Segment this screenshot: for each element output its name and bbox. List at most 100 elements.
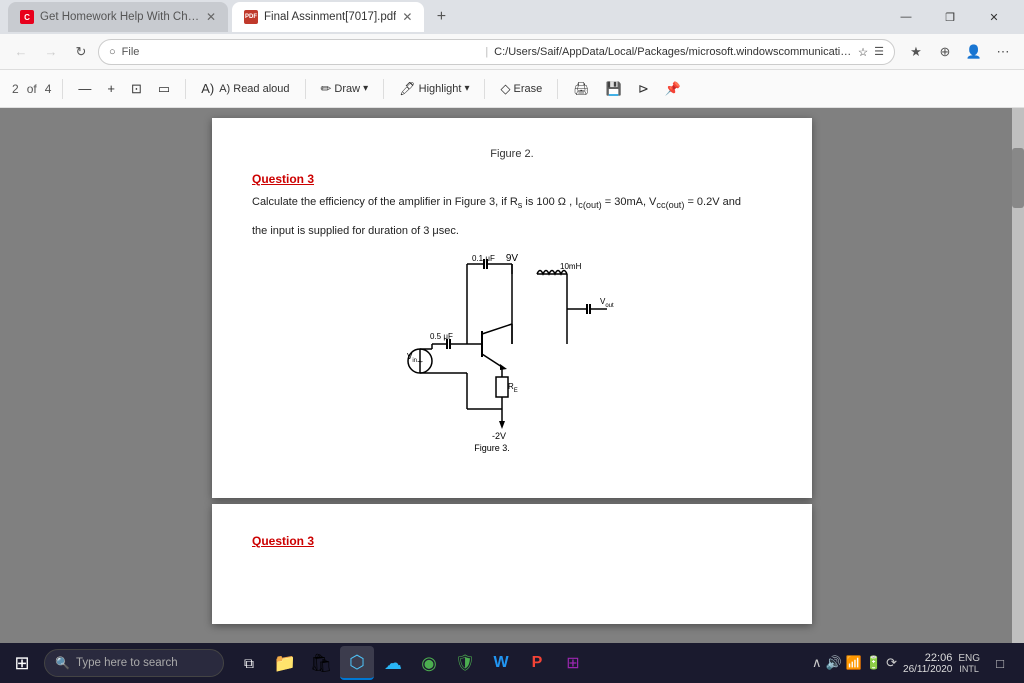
- new-tab-button[interactable]: +: [428, 4, 454, 30]
- tab-pdf-label: Final Assinment[7017].pdf: [264, 11, 396, 23]
- chevron-up-icon[interactable]: ∧: [812, 655, 822, 671]
- collections-button[interactable]: ⊕: [932, 39, 958, 65]
- draw-label: Draw: [334, 83, 360, 95]
- taskbar-right: ∧ 🔊 📶 🔋 ⟳ 22:06 26/11/2020 ENG INTL □: [812, 649, 1020, 677]
- question3-text: Calculate the efficiency of the amplifie…: [252, 194, 772, 213]
- chrome-icon: ◉: [421, 653, 437, 674]
- more-tools-button[interactable]: ⊳: [634, 76, 653, 102]
- date-display: 26/11/2020: [903, 664, 952, 675]
- draw-chevron: ▾: [363, 83, 368, 94]
- read-view-icon[interactable]: ☰: [874, 45, 884, 58]
- task-view-icon: ⧉: [244, 655, 254, 672]
- chrome-button[interactable]: ◉: [412, 646, 446, 680]
- taskbar-search[interactable]: 🔍 Type here to search: [44, 649, 224, 677]
- powerpoint-button[interactable]: P: [520, 646, 554, 680]
- sep4: [383, 79, 384, 99]
- word-button[interactable]: W: [484, 646, 518, 680]
- favorites-button[interactable]: ★: [903, 39, 929, 65]
- page-of-label: 2: [12, 82, 19, 96]
- notification-icon: □: [996, 656, 1004, 671]
- locale-display: INTL: [959, 664, 979, 674]
- edge-button[interactable]: ⬡: [340, 646, 374, 680]
- close-button[interactable]: ✕: [972, 2, 1016, 32]
- browser-titlebar: C Get Homework Help With Cheg ✕ PDF Fina…: [0, 0, 1024, 34]
- onedrive-button[interactable]: ☁: [376, 646, 410, 680]
- tab-chegg-close[interactable]: ✕: [206, 10, 216, 24]
- draw-button[interactable]: ✏ Draw ▾: [317, 76, 373, 102]
- re-label: RE: [508, 382, 518, 394]
- ground-arrow: [499, 421, 505, 429]
- tab-chegg-label: Get Homework Help With Cheg: [40, 11, 200, 23]
- circuit-diagram: 9V 10mH 0.1 μF: [252, 249, 772, 459]
- profile-button[interactable]: 👤: [961, 39, 987, 65]
- sync-icon[interactable]: ⟳: [886, 655, 897, 671]
- browser-controls: ← → ↻ ○ File | C:/Users/Saif/AppData/Loc…: [0, 34, 1024, 70]
- file-explorer-button[interactable]: 📁: [268, 646, 302, 680]
- extra-app-icon: ⊞: [566, 653, 579, 673]
- pdf-page-1: Figure 2. Question 3 Calculate the effic…: [212, 118, 812, 498]
- highlight-chevron: ▾: [464, 83, 469, 94]
- tab-chegg[interactable]: C Get Homework Help With Cheg ✕: [8, 2, 228, 32]
- minimize-button[interactable]: —: [884, 2, 928, 32]
- taskbar: ⊞ 🔍 Type here to search ⧉ 📁 🛍 ⬡ ☁ ◉ 🛡 W: [0, 643, 1024, 683]
- store-button[interactable]: 🛍: [304, 646, 338, 680]
- task-view-button[interactable]: ⧉: [232, 646, 266, 680]
- language-display: ENG: [958, 653, 980, 664]
- onedrive-icon: ☁: [384, 653, 402, 674]
- highlight-button[interactable]: 🖊 Highlight ▾: [395, 76, 473, 102]
- network-icon[interactable]: 📶: [846, 655, 862, 671]
- erase-button[interactable]: ◇ Erase: [496, 76, 546, 102]
- highlight-icon: 🖊: [399, 81, 416, 97]
- favorite-icon[interactable]: ☆: [858, 45, 868, 59]
- read-aloud-button[interactable]: A) A) Read aloud: [197, 76, 293, 102]
- chegg-favicon: C: [20, 10, 34, 24]
- pdf-area: Figure 2. Question 3 Calculate the effic…: [0, 108, 1024, 643]
- address-url: C:/Users/Saif/AppData/Local/Packages/mic…: [494, 46, 852, 58]
- print-button[interactable]: 🖨: [569, 76, 594, 102]
- start-button[interactable]: ⊞: [4, 645, 40, 681]
- address-lock-icon: ○: [109, 46, 116, 58]
- fit-width-button[interactable]: ▭: [154, 76, 174, 102]
- forward-button[interactable]: →: [38, 39, 64, 65]
- extra-app-button[interactable]: ⊞: [556, 646, 590, 680]
- window-controls: — ❐ ✕: [884, 2, 1016, 32]
- pin-button[interactable]: 📌: [661, 76, 685, 102]
- settings-more-button[interactable]: ⋯: [990, 39, 1016, 65]
- restore-button[interactable]: ❐: [928, 2, 972, 32]
- refresh-button[interactable]: ↻: [68, 39, 94, 65]
- zoom-in-button[interactable]: +: [103, 76, 119, 102]
- search-icon: 🔍: [55, 656, 70, 670]
- battery-icon[interactable]: 🔋: [866, 655, 882, 671]
- figure2-caption: Figure 2.: [252, 148, 772, 160]
- edge-icon: ⬡: [349, 652, 365, 673]
- scrollbar-thumb[interactable]: [1012, 148, 1024, 208]
- tab-pdf-close[interactable]: ✕: [402, 10, 412, 24]
- question3-text2: the input is supplied for duration of 3 …: [252, 223, 772, 240]
- sep1: [62, 79, 63, 99]
- erase-icon: ◇: [500, 81, 510, 97]
- back-button[interactable]: ←: [8, 39, 34, 65]
- notification-button[interactable]: □: [986, 649, 1014, 677]
- scrollbar-track[interactable]: [1012, 108, 1024, 643]
- zoom-out-button[interactable]: —: [74, 76, 95, 102]
- sys-tray-icons: ∧ 🔊 📶 🔋 ⟳: [812, 655, 897, 671]
- read-aloud-label: A) Read aloud: [219, 83, 289, 95]
- question3-heading: Question 3: [252, 172, 772, 186]
- pdf-favicon: PDF: [244, 10, 258, 24]
- powerpoint-icon: P: [532, 654, 543, 672]
- address-bar[interactable]: ○ File | C:/Users/Saif/AppData/Local/Pac…: [98, 39, 895, 65]
- save-button[interactable]: 💾: [602, 76, 626, 102]
- word-icon: W: [493, 654, 508, 672]
- neg2v-label: -2V: [492, 431, 506, 441]
- circuit-svg: 9V 10mH 0.1 μF: [392, 249, 632, 459]
- re-resistor: [496, 377, 508, 397]
- tab-pdf[interactable]: PDF Final Assinment[7017].pdf ✕: [232, 2, 424, 32]
- fit-page-button[interactable]: ⊡: [127, 76, 146, 102]
- address-text: File: [122, 46, 480, 58]
- vout-label: Vout: [600, 297, 614, 309]
- clock-area[interactable]: 22:06 26/11/2020: [903, 652, 952, 675]
- sep6: [557, 79, 558, 99]
- security-button[interactable]: 🛡: [448, 646, 482, 680]
- pdf-page-2: Question 3: [212, 504, 812, 624]
- volume-icon[interactable]: 🔊: [826, 655, 842, 671]
